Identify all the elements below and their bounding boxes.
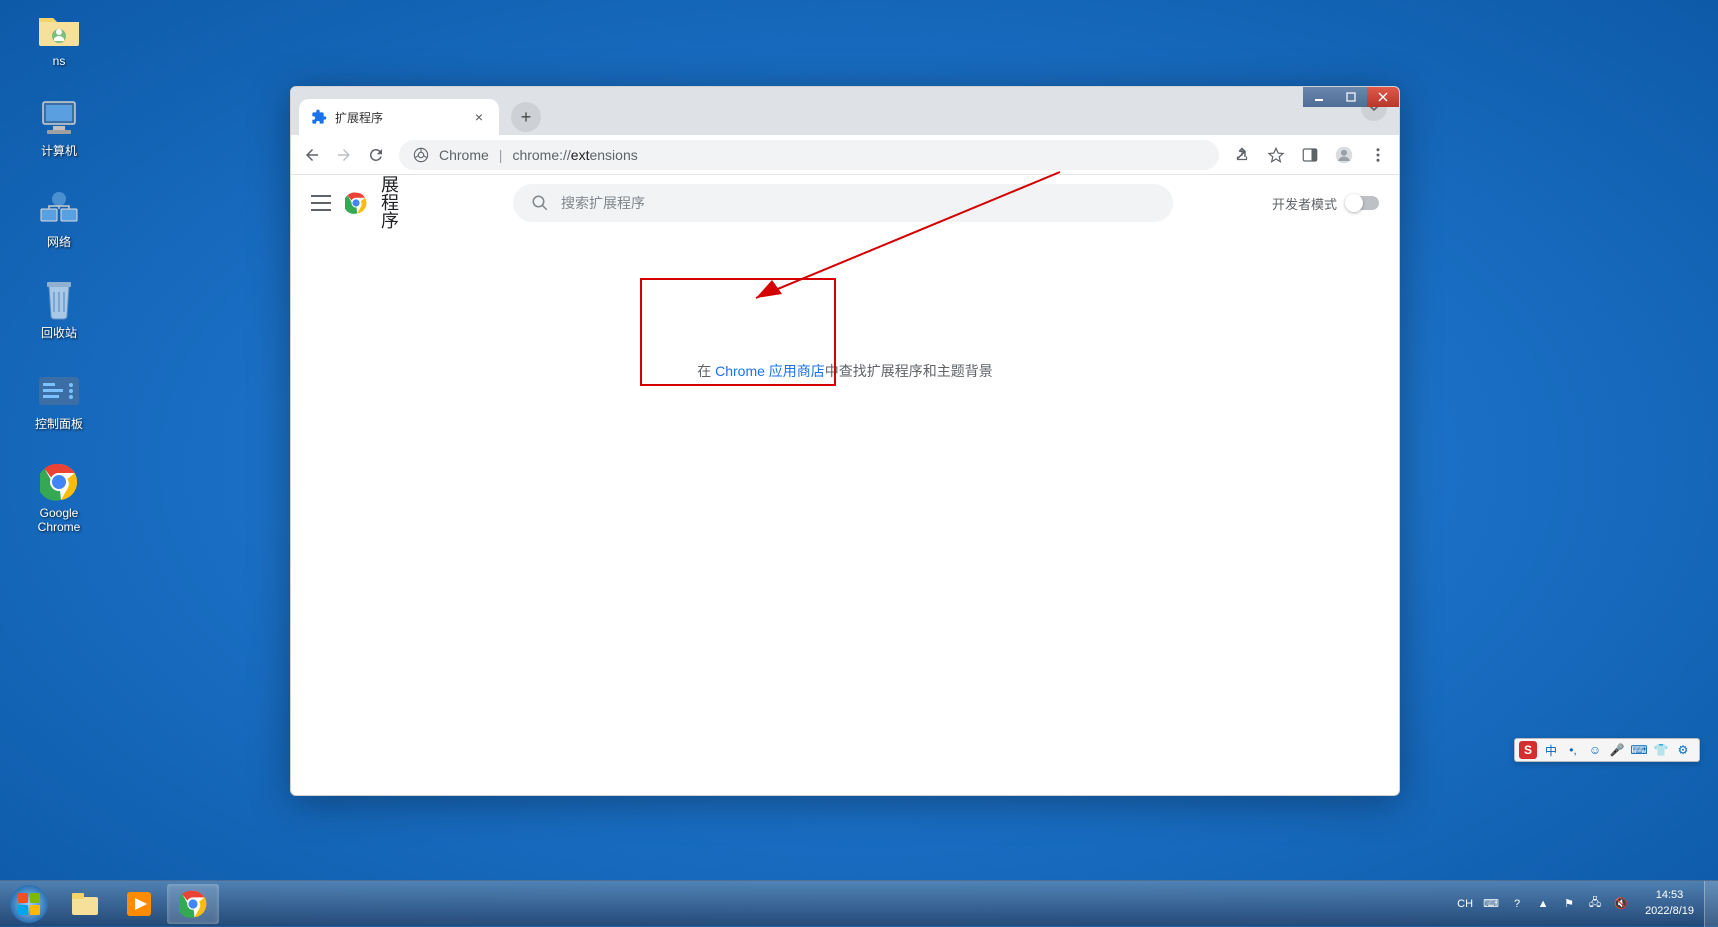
desktop-icon-label: Google Chrome (38, 506, 81, 534)
reload-button[interactable] (367, 146, 385, 164)
empty-message: 在 Chrome 应用商店中查找扩展程序和主题背景 (331, 361, 1359, 381)
taskbar-chrome[interactable] (167, 884, 219, 924)
desktop-icon-computer[interactable]: 计算机 (14, 98, 104, 159)
main-menu-button[interactable] (311, 195, 331, 211)
computer-icon (35, 98, 83, 138)
desktop-icon-label: 计算机 (41, 142, 77, 159)
desktop-icon-recycle[interactable]: 回收站 (14, 280, 104, 341)
chrome-web-store-link[interactable]: Chrome 应用商店 (715, 363, 825, 379)
url-path-rest: ensions (589, 147, 637, 163)
desktop-icon-label: ns (53, 54, 66, 68)
address-bar: Chrome | chrome://extensions (291, 135, 1399, 175)
menu-button[interactable] (1369, 146, 1387, 164)
desktop-icon-ns[interactable]: ns (14, 10, 104, 68)
maximize-button[interactable] (1335, 87, 1367, 107)
desktop-icon-label: 回收站 (41, 324, 77, 341)
tray-up-icon[interactable]: ▲ (1535, 896, 1551, 912)
chrome-icon (35, 462, 83, 502)
ime-emoji-button[interactable]: ☺ (1587, 742, 1603, 758)
share-button[interactable] (1233, 146, 1251, 164)
browser-tab[interactable]: 扩展程序 × (299, 99, 499, 135)
ime-logo-icon: S (1519, 741, 1537, 759)
ime-settings-button[interactable]: ⚙ (1675, 742, 1691, 758)
desktop-icon-control-panel[interactable]: 控制面板 (14, 371, 104, 432)
search-input[interactable] (561, 195, 1155, 211)
tray-clock[interactable]: 14:53 2022/8/19 (1645, 888, 1694, 919)
show-desktop-button[interactable] (1704, 881, 1718, 927)
chrome-logo-icon (345, 192, 367, 214)
empty-prefix: 在 (697, 363, 715, 379)
url-field[interactable]: Chrome | chrome://extensions (399, 140, 1219, 170)
recycle-icon (35, 280, 83, 320)
tray-lang[interactable]: CH (1457, 898, 1473, 910)
url-path-bold: ext (571, 147, 590, 163)
control-panel-icon (35, 371, 83, 411)
tray-volume-icon[interactable]: 🔇 (1613, 896, 1629, 912)
ime-toolbar[interactable]: S 中 •, ☺ 🎤 ⌨ 👕 ⚙ (1514, 738, 1700, 762)
ime-keyboard-button[interactable]: ⌨ (1631, 742, 1647, 758)
url-divider: | (499, 147, 503, 163)
taskbar-explorer[interactable] (59, 884, 111, 924)
chrome-scheme-icon (413, 147, 429, 163)
folder-icon (35, 10, 83, 50)
extensions-search[interactable] (513, 184, 1173, 222)
tray-flag-icon[interactable]: ⚑ (1561, 896, 1577, 912)
tab-close-button[interactable]: × (471, 107, 487, 127)
start-button[interactable] (0, 881, 58, 927)
tab-strip: 扩展程序 × + (291, 87, 1399, 135)
desktop-icon-label: 控制面板 (35, 415, 83, 432)
tray-network-icon[interactable]: 🖧 (1587, 896, 1603, 912)
ime-punct-button[interactable]: •, (1565, 742, 1581, 758)
network-icon (35, 189, 83, 229)
developer-mode: 开发者模式 (1272, 194, 1379, 213)
taskbar-media[interactable] (113, 884, 165, 924)
back-button[interactable] (303, 146, 321, 164)
url-path-prefix: chrome:// (512, 147, 570, 163)
url-scheme-label: Chrome (439, 147, 489, 163)
minimize-button[interactable] (1303, 87, 1335, 107)
forward-button[interactable] (335, 146, 353, 164)
desktop-icons: ns 计算机 网络 回收站 控制面板 Google Chrome (14, 10, 104, 564)
extension-icon (311, 109, 327, 125)
extensions-content: 在 Chrome 应用商店中查找扩展程序和主题背景 (291, 231, 1399, 421)
developer-mode-label: 开发者模式 (1272, 194, 1337, 213)
desktop-icon-network[interactable]: 网络 (14, 189, 104, 250)
close-button[interactable] (1367, 87, 1399, 107)
desktop-icon-label: 网络 (47, 233, 71, 250)
ime-voice-button[interactable]: 🎤 (1609, 742, 1625, 758)
page-title: 展 程 序 (381, 176, 399, 230)
side-panel-button[interactable] (1301, 146, 1319, 164)
window-controls (1303, 87, 1399, 107)
ime-lang-button[interactable]: 中 (1543, 742, 1559, 758)
extensions-toolbar: 展 程 序 开发者模式 (291, 175, 1399, 231)
empty-suffix: 中查找扩展程序和主题背景 (825, 363, 993, 379)
tab-title: 扩展程序 (335, 109, 471, 126)
bookmark-button[interactable] (1267, 146, 1285, 164)
tray-help-icon[interactable]: ? (1509, 896, 1525, 912)
chrome-window: 扩展程序 × + Chrome | chrome://extensions (290, 86, 1400, 796)
search-icon (531, 194, 549, 212)
tray-keyboard-icon[interactable]: ⌨ (1483, 896, 1499, 912)
profile-button[interactable] (1335, 146, 1353, 164)
new-tab-button[interactable]: + (511, 102, 541, 132)
developer-mode-toggle[interactable] (1347, 196, 1379, 210)
tray-date-text: 2022/8/19 (1645, 904, 1694, 919)
desktop-icon-chrome[interactable]: Google Chrome (14, 462, 104, 534)
ime-skin-button[interactable]: 👕 (1653, 742, 1669, 758)
system-tray: CH ⌨ ? ▲ ⚑ 🖧 🔇 14:53 2022/8/19 (1447, 881, 1704, 926)
taskbar: CH ⌨ ? ▲ ⚑ 🖧 🔇 14:53 2022/8/19 (0, 880, 1718, 926)
tray-time-text: 14:53 (1645, 888, 1694, 903)
